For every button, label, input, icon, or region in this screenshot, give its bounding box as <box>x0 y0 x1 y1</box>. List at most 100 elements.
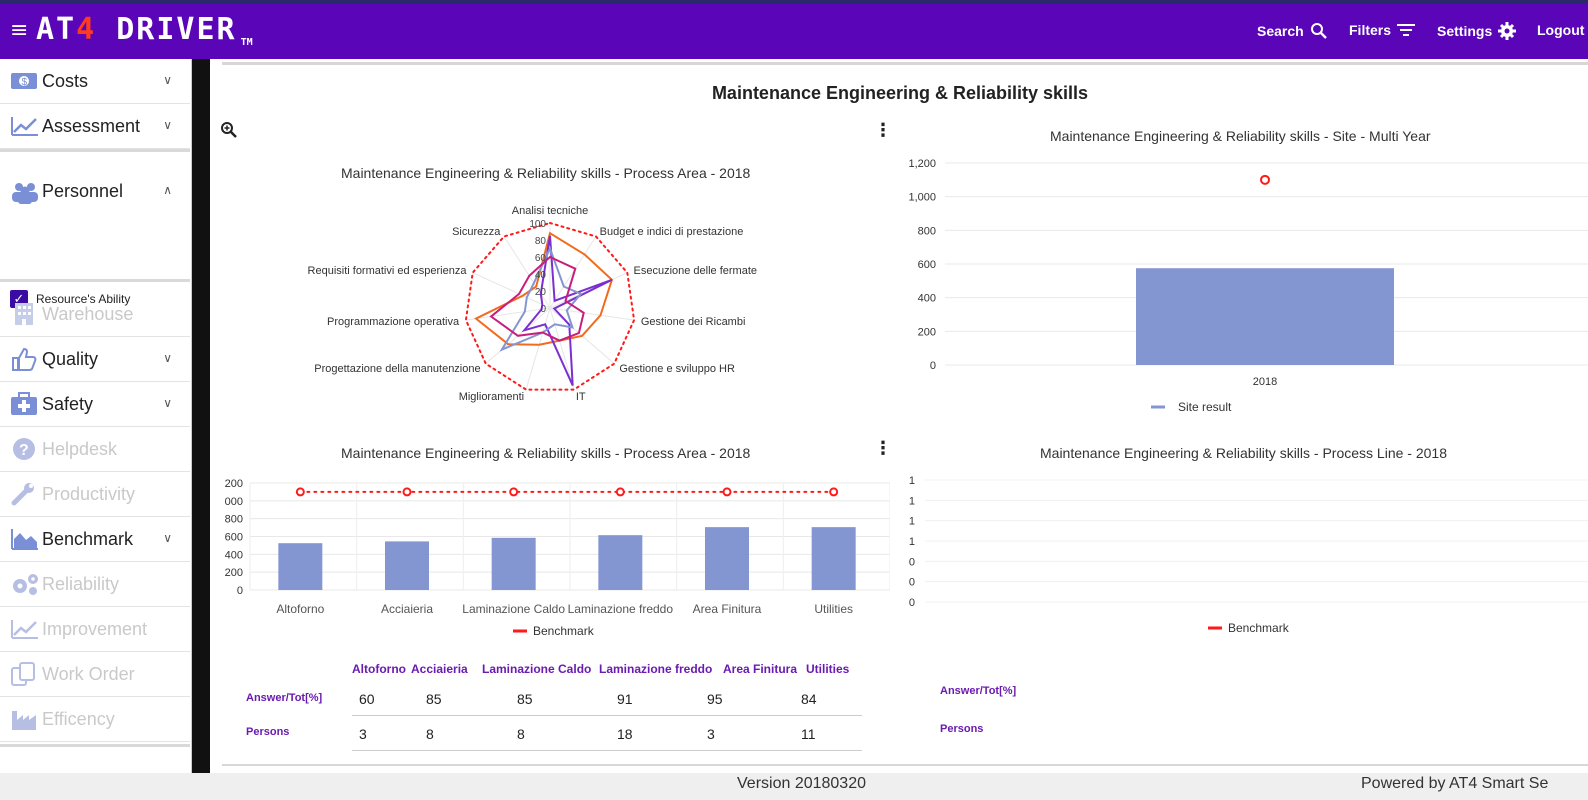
settings-link[interactable]: Settings <box>1437 22 1517 40</box>
chevron-up-icon: ∧ <box>163 183 172 197</box>
building-icon <box>10 302 38 326</box>
table-cell: 3 <box>707 726 715 742</box>
y-tick-label: 1,000 <box>225 496 243 508</box>
sidebar-item-helpdesk[interactable]: ? Helpdesk <box>0 427 190 472</box>
radar-axis-label: Progettazione della manutenzione <box>314 363 480 375</box>
trend-chart-icon <box>10 617 38 641</box>
line-chart-title: Maintenance Engineering & Reliability sk… <box>1040 445 1447 461</box>
sidebar-label: Safety <box>42 393 94 414</box>
table-cell: 11 <box>801 726 816 742</box>
radar-chart: 100 80 60 40 20 0 Analisi tecniche Budget e ind… <box>308 205 758 403</box>
bar <box>811 527 856 590</box>
search-icon <box>1310 23 1327 39</box>
table-divider <box>352 715 862 716</box>
benchmark-marker <box>829 487 839 497</box>
x-tick-label: Utilities <box>814 602 853 616</box>
y-tick-label: 400 <box>225 549 243 561</box>
chevron-down-icon: ∨ <box>163 531 172 545</box>
sidebar-divider <box>0 744 190 747</box>
table-divider <box>352 750 862 751</box>
bar <box>385 541 429 590</box>
sidebar-label: Reliability <box>42 573 120 594</box>
chart-menu-kebab-icon[interactable]: ⋮ <box>874 438 892 459</box>
sidebar-gutter <box>192 59 210 773</box>
logout-label: Logout <box>1537 22 1585 38</box>
radar-axis-label: Sicurezza <box>452 226 501 238</box>
radar-tick-label: 0 <box>540 304 546 315</box>
y-tick-label: 0 <box>930 360 936 372</box>
sidebar-item-work-order[interactable]: Work Order <box>0 652 190 697</box>
table-cell: 8 <box>426 726 434 742</box>
table-cell: 85 <box>426 691 442 707</box>
y-tick-label: 1 <box>909 516 915 528</box>
radar-chart-title: Maintenance Engineering & Reliability sk… <box>341 165 751 181</box>
chevron-down-icon: ∨ <box>163 118 172 132</box>
gears-icon <box>10 572 38 596</box>
zoom-in-icon[interactable] <box>220 121 238 139</box>
benchmark-marker <box>295 487 305 497</box>
chevron-down-icon: ∨ <box>163 396 172 410</box>
search-link[interactable]: Search <box>1257 22 1328 40</box>
sidebar-item-benchmark[interactable]: Benchmark ∨ <box>0 517 190 562</box>
filters-label: Filters <box>1349 22 1392 38</box>
question-icon: ? <box>10 437 38 461</box>
radar-tick-label: 20 <box>535 287 547 298</box>
table-cell: 8 <box>517 726 525 742</box>
bar <box>705 527 749 590</box>
content-bottom-divider <box>222 764 1588 766</box>
sidebar-item-quality[interactable]: Quality ∨ <box>0 337 190 382</box>
table-cell: 84 <box>801 691 817 707</box>
bar <box>1136 268 1394 365</box>
filters-link[interactable]: Filters <box>1349 22 1416 38</box>
sidebar-item-warehouse[interactable]: Warehouse <box>0 292 190 337</box>
chevron-down-icon: ∨ <box>163 73 172 87</box>
logout-link[interactable]: Logout <box>1537 22 1584 38</box>
content-top-divider <box>222 62 1588 65</box>
factory-icon <box>10 707 38 731</box>
process-line-chart: 1 1 1 1 0 0 0 Benchmark <box>909 475 1588 635</box>
gear-icon <box>1498 22 1517 40</box>
powered-by-text: Powered by AT4 Smart Se <box>1361 775 1549 792</box>
sidebar-item-improvement[interactable]: Improvement <box>0 607 190 652</box>
x-tick-label: Area Finitura <box>693 602 762 616</box>
y-tick-label: 800 <box>918 225 936 237</box>
sidebar-item-assessment[interactable]: Assessment ∨ <box>0 104 190 149</box>
y-tick-label: 200 <box>225 567 243 579</box>
radar-tick-label: 100 <box>529 219 546 230</box>
app-logo: AT4 DRIVER TM <box>36 12 253 48</box>
table-header: Altoforno <box>352 662 406 676</box>
top-navbar: ≡ AT4 DRIVER TM Search Filters Settings L… <box>0 4 1588 59</box>
radar-axis-label: Esecuzione delle fermate <box>634 265 758 277</box>
sidebar-divider <box>0 279 190 282</box>
radar-tick-label: 40 <box>535 270 547 281</box>
filter-icon <box>1397 24 1416 36</box>
footer: Version 20180320 Powered by AT4 Smart Se <box>0 773 1588 800</box>
y-tick-label: 1 <box>909 475 915 487</box>
benchmark-marker <box>615 487 625 497</box>
table-header: Acciaieria <box>411 662 468 676</box>
sidebar: $ Costs ∨ Assessment ∨ Personnel ∧ ✓ Res… <box>0 59 192 773</box>
table-cell: 95 <box>707 691 723 707</box>
benchmark-marker <box>722 487 732 497</box>
documents-icon <box>10 662 38 686</box>
radar-spoke <box>525 307 551 390</box>
sidebar-item-productivity[interactable]: Productivity <box>0 472 190 517</box>
y-tick-label: 1,000 <box>908 192 936 204</box>
medkit-icon <box>10 392 38 416</box>
sidebar-item-reliability[interactable]: Reliability <box>0 562 190 607</box>
sidebar-item-safety[interactable]: Safety ∨ <box>0 382 190 427</box>
sidebar-item-personnel[interactable]: Personnel ∧ <box>0 169 190 214</box>
table-cell: 3 <box>359 726 367 742</box>
benchmark-marker <box>509 487 519 497</box>
chart-menu-kebab-icon[interactable]: ⋮ <box>874 120 892 141</box>
settings-label: Settings <box>1437 23 1493 39</box>
sidebar-item-costs[interactable]: $ Costs ∨ <box>0 59 190 104</box>
x-tick-label: Altoforno <box>276 602 324 616</box>
sidebar-item-efficiency[interactable]: Efficency <box>0 697 190 742</box>
bar <box>278 543 323 590</box>
hamburger-menu-icon[interactable]: ≡ <box>10 18 28 43</box>
y-tick-label: 400 <box>918 293 936 305</box>
sidebar-label: Efficency <box>42 708 115 729</box>
users-icon <box>10 180 38 204</box>
thumbs-up-icon <box>10 347 38 371</box>
